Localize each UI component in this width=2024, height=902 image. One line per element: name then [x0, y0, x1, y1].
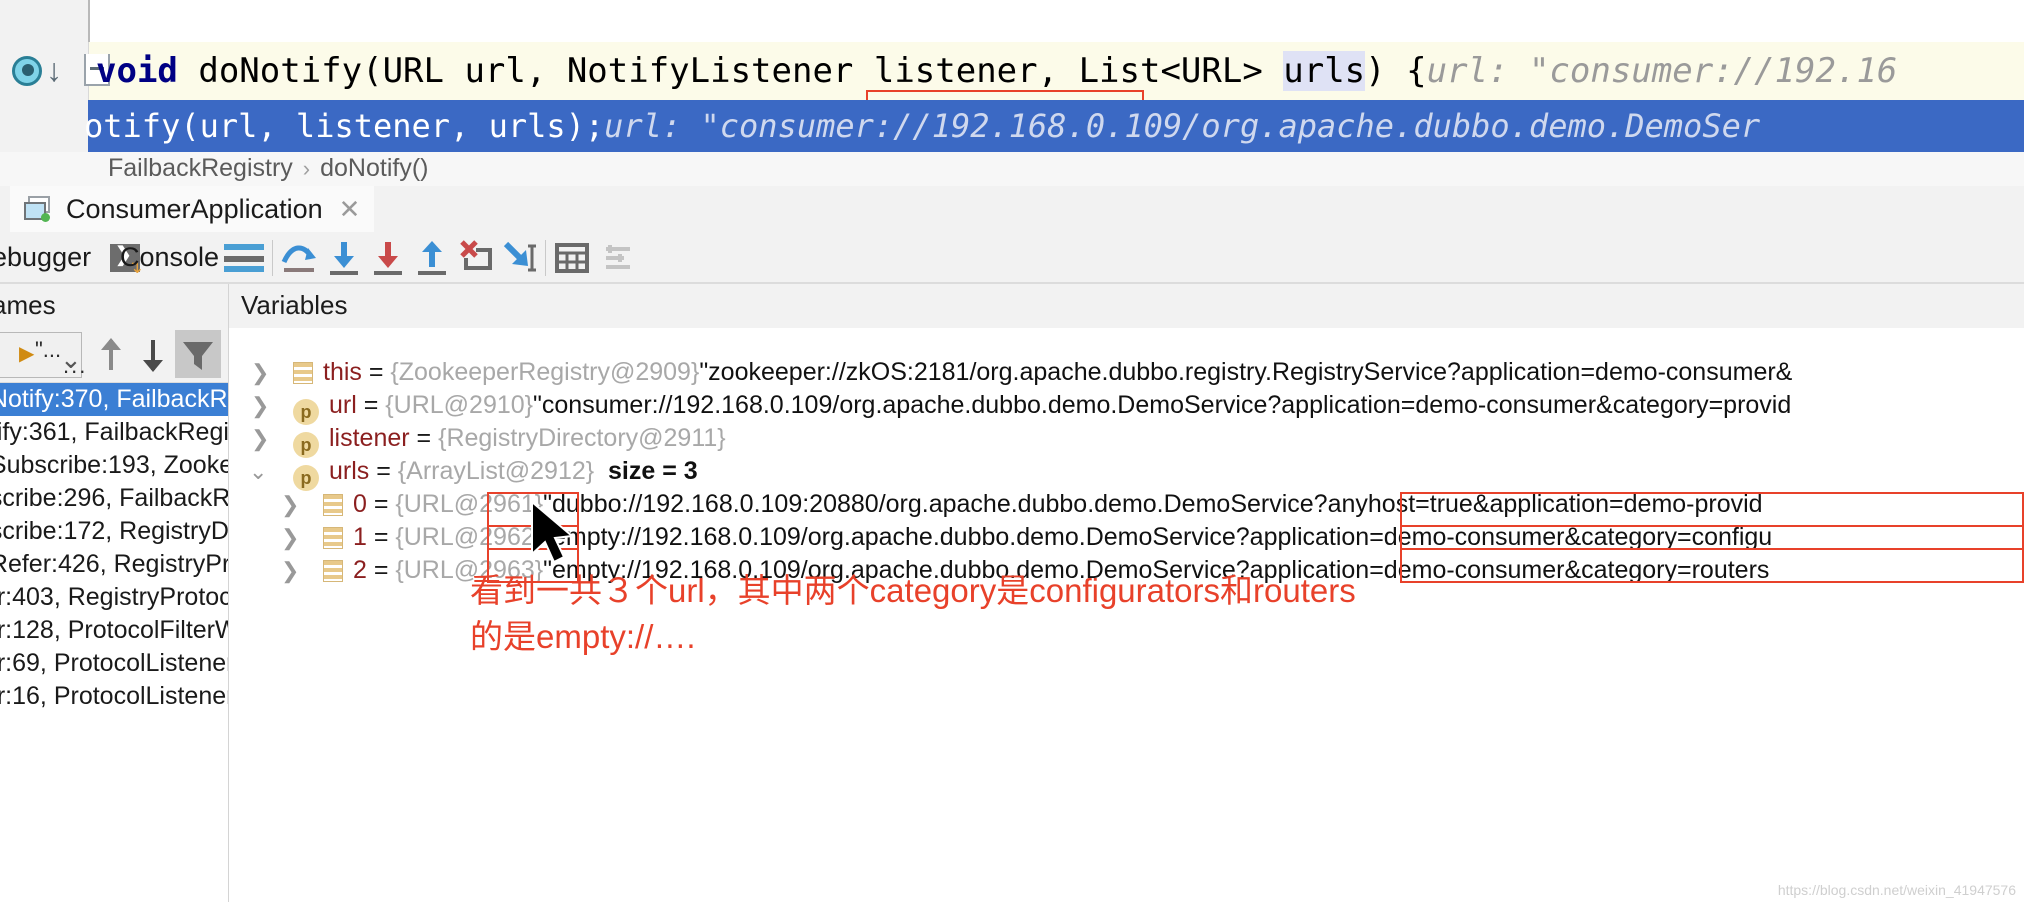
- breakpoint-inner-icon: [22, 64, 34, 76]
- drop-frame-icon[interactable]: [454, 236, 498, 280]
- expand-arrow-icon[interactable]: ❯: [281, 554, 299, 587]
- frame-row-4[interactable]: bscribe:172, RegistryDi: [0, 515, 228, 548]
- boxed-suffix: ): [1365, 51, 1386, 91]
- variable-row-url[interactable]: ❯ p url = {URL@2910}"consumer://192.168.0…: [229, 389, 1792, 425]
- frame-row-8[interactable]: fer:69, ProtocolListener: [0, 647, 228, 680]
- toolbar-divider-1: [272, 240, 273, 276]
- expand-arrow-icon[interactable]: ❯: [251, 389, 269, 422]
- variable-type: {ArrayList@2912}: [397, 457, 595, 485]
- frame-row-1[interactable]: otify:361, FailbackRegist: [0, 416, 228, 449]
- frame-row-9[interactable]: fer:16, ProtocolListener: [0, 680, 228, 713]
- breadcrumb-inner: FailbackRegistry › doNotify(): [108, 152, 428, 186]
- boxed-prefix: List<URL>: [1078, 51, 1284, 91]
- variable-value: "consumer://192.168.0.109/org.apache.dub…: [533, 391, 1792, 419]
- call-code: otify(url, listener, urls);: [84, 107, 605, 145]
- list-icon: [323, 494, 343, 516]
- code-editor: ↓ void doNotify(URL url, NotifyListener …: [0, 0, 2024, 187]
- annotation-line-2: 的是empty://….: [470, 618, 696, 655]
- run-to-cursor-icon[interactable]: [498, 236, 542, 280]
- toolbar-divider-2: [545, 240, 546, 276]
- editor-top-strip: [0, 0, 2024, 42]
- variable-value: "zookeeper://zkOS:2181/org.apache.dubbo.…: [699, 358, 1793, 386]
- run-tab-consumer-application[interactable]: ConsumerApplication ✕: [10, 186, 375, 235]
- settings-icon[interactable]: [596, 236, 640, 280]
- collection-size: size = 3: [608, 457, 698, 485]
- step-into-icon[interactable]: [322, 236, 366, 280]
- frame-row-5[interactable]: oRefer:426, RegistryProt: [0, 548, 228, 581]
- evaluate-expression-icon[interactable]: [550, 236, 594, 280]
- expand-arrow-icon[interactable]: ❯: [281, 488, 299, 521]
- breadcrumb-separator-icon: ›: [302, 156, 311, 181]
- variable-type: {URL@2910}: [385, 391, 534, 419]
- step-over-icon[interactable]: [278, 236, 322, 280]
- run-tab-bar: ConsumerApplication ✕: [0, 186, 2024, 235]
- variable-name: 2: [353, 556, 367, 584]
- tab-console[interactable]: Console: [120, 232, 219, 284]
- expand-arrow-icon[interactable]: ❯: [281, 521, 299, 554]
- line-gutter-2: [0, 100, 89, 152]
- thread-status-icon: ▶: [19, 343, 35, 365]
- annotation-line-1: 看到一共３个url，其中两个category是configurators和rou…: [470, 572, 1356, 609]
- execution-arrow-icon: ↓: [46, 52, 62, 88]
- frame-row-2[interactable]: oSubscribe:193, Zookee: [0, 449, 228, 482]
- thread-selector-label: "...: [35, 337, 62, 362]
- variable-name: listener: [329, 424, 410, 452]
- frame-row-0[interactable]: oNotify:370, FailbackRe: [0, 383, 228, 416]
- frames-list[interactable]: oNotify:370, FailbackRe otify:361, Failb…: [0, 383, 229, 902]
- keyword-void: void: [96, 51, 178, 91]
- close-icon[interactable]: ✕: [339, 194, 361, 225]
- editor-gutter-top: [0, 0, 89, 42]
- variable-row-listener[interactable]: ❯ p listener = {RegistryDirectory@2911}: [229, 422, 726, 458]
- list-icon: [323, 560, 343, 582]
- application-icon: [24, 196, 54, 222]
- list-icon: [323, 527, 343, 549]
- debugger-screenshot: ↓ void doNotify(URL url, NotifyListener …: [0, 0, 2024, 902]
- frames-panel-header: ames: [0, 284, 229, 328]
- variable-row-urls[interactable]: ⌄ p urls = {ArrayList@2912} size = 3: [229, 455, 698, 491]
- run-tab-label: ConsumerApplication: [66, 193, 323, 224]
- breadcrumb: FailbackRegistry › doNotify(): [0, 152, 2024, 187]
- highlight-box-category-2: [1400, 525, 2024, 583]
- annotation-text: 看到一共３个url，其中两个category是configurators和rou…: [470, 568, 1356, 660]
- step-out-icon[interactable]: [410, 236, 454, 280]
- frame-row-6[interactable]: fer:403, RegistryProtoco: [0, 581, 228, 614]
- signature-after-box: {: [1385, 51, 1427, 91]
- signature-before-box: doNotify(URL url, NotifyListener listene…: [177, 51, 1079, 91]
- inline-hint-1: url: "consumer://192.16: [1426, 51, 1898, 91]
- code-line-signature[interactable]: ↓ void doNotify(URL url, NotifyListener …: [0, 42, 2024, 138]
- frame-row-3[interactable]: bscribe:296, FailbackRe: [0, 482, 228, 515]
- watermark: https://blog.csdn.net/weixin_41947576: [1777, 882, 2016, 898]
- variable-name: 1: [353, 523, 367, 551]
- breadcrumb-method[interactable]: doNotify(): [320, 154, 428, 182]
- variable-name: 0: [353, 490, 367, 518]
- frame-row-7[interactable]: fer:128, ProtocolFilterW: [0, 614, 228, 647]
- breadcrumb-class[interactable]: FailbackRegistry: [108, 154, 293, 182]
- expand-arrow-icon[interactable]: ❯: [251, 356, 269, 389]
- filter-frames-button[interactable]: [175, 330, 221, 378]
- variable-name: urls: [329, 457, 370, 485]
- tab-debugger[interactable]: ebugger: [0, 232, 91, 284]
- code-line-2-text: otify(url, listener, urls);url: "consume…: [84, 100, 1760, 152]
- variable-type: {RegistryDirectory@2911}: [438, 424, 726, 452]
- layout-icon[interactable]: [222, 236, 266, 280]
- variables-title: Variables: [241, 290, 348, 320]
- selected-urls-token[interactable]: urls: [1283, 51, 1366, 91]
- chevron-down-icon[interactable]: ⌄: [60, 344, 82, 375]
- frame-up-button[interactable]: [93, 332, 129, 378]
- expand-arrow-icon[interactable]: ❯: [251, 422, 269, 455]
- mouse-cursor-icon: [528, 499, 588, 577]
- collapse-arrow-icon[interactable]: ⌄: [249, 455, 267, 488]
- force-step-into-icon[interactable]: [366, 236, 410, 280]
- variable-name: url: [329, 391, 357, 419]
- variable-type: {ZookeeperRegistry@2909}: [390, 358, 700, 386]
- variable-row-this[interactable]: ❯ this = {ZookeeperRegistry@2909}"zookee…: [229, 356, 1792, 389]
- frames-title: ames: [0, 290, 56, 320]
- frame-down-button[interactable]: [135, 332, 171, 378]
- gutter-divider: [88, 0, 90, 42]
- list-icon: [293, 362, 313, 384]
- variable-name: this: [323, 358, 362, 386]
- inline-hint-2: url: "consumer://192.168.0.109/org.apach…: [604, 107, 1761, 145]
- code-line-call[interactable]: otify(url, listener, urls);url: "consume…: [0, 100, 2024, 152]
- variables-panel-header: Variables: [229, 284, 2024, 328]
